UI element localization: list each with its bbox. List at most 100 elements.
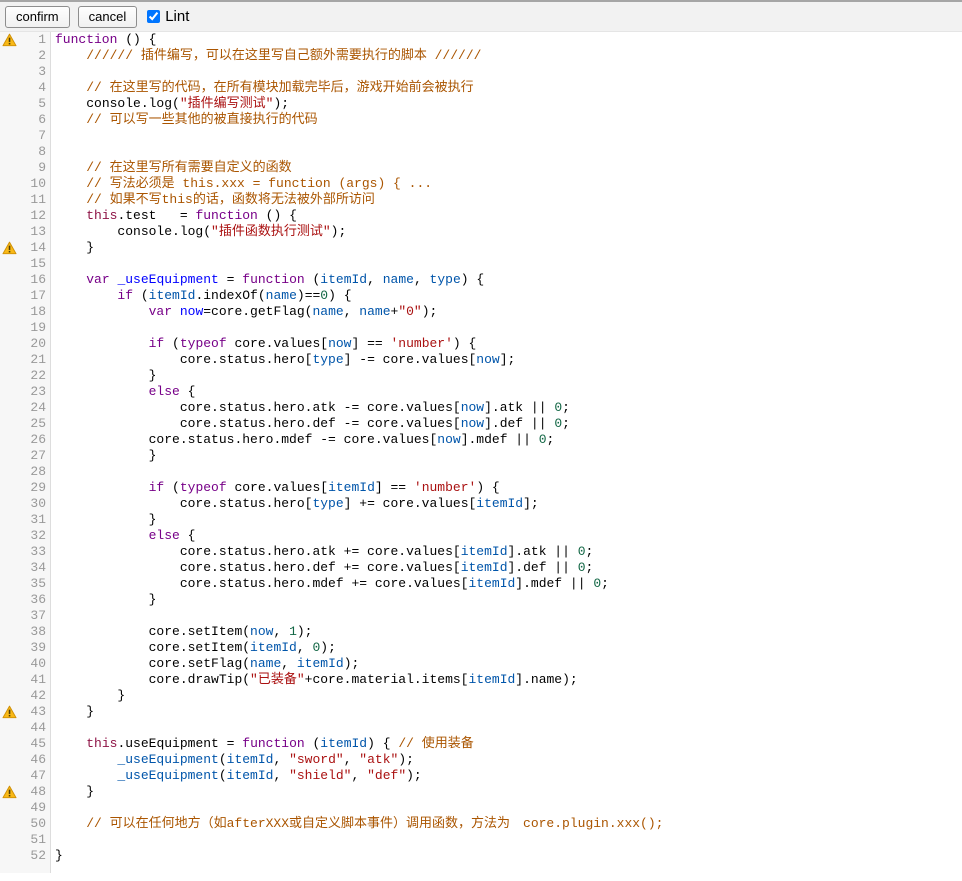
- code-line[interactable]: 22 }: [0, 368, 962, 384]
- cancel-button[interactable]: cancel: [78, 6, 138, 28]
- token-pl: core.status.hero.atk += core.values[: [55, 544, 461, 559]
- token-str: 'number': [414, 480, 476, 495]
- token-pl: ].name);: [515, 672, 577, 687]
- code-line[interactable]: 31 }: [0, 512, 962, 528]
- code-line[interactable]: 35 core.status.hero.mdef += core.values[…: [0, 576, 962, 592]
- gutter-cell: 10: [0, 176, 51, 192]
- confirm-button[interactable]: confirm: [5, 6, 70, 28]
- code-line[interactable]: 10 // 写法必须是 this.xxx = function (args) {…: [0, 176, 962, 192]
- code-text: this.useEquipment = function (itemId) { …: [51, 736, 474, 752]
- code-line[interactable]: 46 _useEquipment(itemId, "sword", "atk")…: [0, 752, 962, 768]
- code-line[interactable]: 32 else {: [0, 528, 962, 544]
- code-line[interactable]: 7: [0, 128, 962, 144]
- code-line[interactable]: 21 core.status.hero[type] -= core.values…: [0, 352, 962, 368]
- code-line[interactable]: 39 core.setItem(itemId, 0);: [0, 640, 962, 656]
- code-line[interactable]: 25 core.status.hero.def -= core.values[n…: [0, 416, 962, 432]
- gutter-cell: 35: [0, 576, 51, 592]
- token-v2: type: [312, 352, 343, 367]
- code-line[interactable]: 51: [0, 832, 962, 848]
- code-line[interactable]: 41 core.drawTip("已装备"+core.material.item…: [0, 672, 962, 688]
- code-line[interactable]: 18 var now=core.getFlag(name, name+"0");: [0, 304, 962, 320]
- code-line[interactable]: 1function () {: [0, 32, 962, 48]
- token-num: 1: [289, 624, 297, 639]
- gutter-cell: 19: [0, 320, 51, 336]
- token-kw: typeof: [180, 336, 227, 351]
- code-editor[interactable]: 1function () {2 ////// 插件编写，可以在这里写自己额外需要…: [0, 32, 962, 881]
- code-line[interactable]: 20 if (typeof core.values[now] == 'numbe…: [0, 336, 962, 352]
- code-line[interactable]: 8: [0, 144, 962, 160]
- gutter-cell: 18: [0, 304, 51, 320]
- code-line[interactable]: 40 core.setFlag(name, itemId);: [0, 656, 962, 672]
- token-pl: );: [398, 752, 414, 767]
- code-line[interactable]: 13 console.log("插件函数执行测试");: [0, 224, 962, 240]
- code-line[interactable]: 4 // 在这里写的代码，在所有模块加载完毕后，游戏开始前会被执行: [0, 80, 962, 96]
- token-pl: [55, 336, 149, 351]
- code-line[interactable]: 17 if (itemId.indexOf(name)==0) {: [0, 288, 962, 304]
- code-line[interactable]: 14 }: [0, 240, 962, 256]
- code-line[interactable]: 19: [0, 320, 962, 336]
- lint-checkbox[interactable]: [147, 10, 160, 23]
- code-line[interactable]: 49: [0, 800, 962, 816]
- code-line[interactable]: 24 core.status.hero.atk -= core.values[n…: [0, 400, 962, 416]
- code-line[interactable]: 3: [0, 64, 962, 80]
- line-number: 17: [17, 288, 51, 304]
- code-line[interactable]: 36 }: [0, 592, 962, 608]
- code-line[interactable]: 50 // 可以在任何地方（如afterXXX或自定义脚本事件）调用函数，方法为…: [0, 816, 962, 832]
- code-line[interactable]: 6 // 可以写一些其他的被直接执行的代码: [0, 112, 962, 128]
- line-number: 12: [17, 208, 51, 224]
- code-line[interactable]: 16 var _useEquipment = function (itemId,…: [0, 272, 962, 288]
- code-line[interactable]: 48 }: [0, 784, 962, 800]
- gutter-cell: 49: [0, 800, 51, 816]
- code-line[interactable]: 15: [0, 256, 962, 272]
- code-line[interactable]: 42 }: [0, 688, 962, 704]
- line-number: 35: [17, 576, 51, 592]
- code-line[interactable]: 52}: [0, 848, 962, 864]
- token-pl: (: [133, 288, 149, 303]
- gutter-cell: 27: [0, 448, 51, 464]
- lint-warning-icon[interactable]: [0, 785, 17, 799]
- code-line[interactable]: 38 core.setItem(now, 1);: [0, 624, 962, 640]
- code-lines: 1function () {2 ////// 插件编写，可以在这里写自己额外需要…: [0, 32, 962, 864]
- token-pl: ];: [523, 496, 539, 511]
- code-line[interactable]: 45 this.useEquipment = function (itemId)…: [0, 736, 962, 752]
- code-line[interactable]: 27 }: [0, 448, 962, 464]
- token-num: 0: [578, 560, 586, 575]
- code-line[interactable]: 2 ////// 插件编写，可以在这里写自己额外需要执行的脚本 //////: [0, 48, 962, 64]
- code-line[interactable]: 11 // 如果不写this的话，函数将无法被外部所访问: [0, 192, 962, 208]
- lint-warning-icon[interactable]: [0, 33, 17, 47]
- code-text: if (itemId.indexOf(name)==0) {: [51, 288, 352, 304]
- code-line[interactable]: 30 core.status.hero[type] += core.values…: [0, 496, 962, 512]
- line-number: 9: [17, 160, 51, 176]
- code-line[interactable]: 9 // 在这里写所有需要自定义的函数: [0, 160, 962, 176]
- lint-warning-icon[interactable]: [0, 241, 17, 255]
- code-line[interactable]: 29 if (typeof core.values[itemId] == 'nu…: [0, 480, 962, 496]
- gutter-cell: 21: [0, 352, 51, 368]
- code-text: [51, 256, 55, 272]
- code-line[interactable]: 34 core.status.hero.def += core.values[i…: [0, 560, 962, 576]
- token-pl: core.setFlag(: [55, 656, 250, 671]
- line-number: 36: [17, 592, 51, 608]
- code-line[interactable]: 23 else {: [0, 384, 962, 400]
- code-text: [51, 320, 55, 336]
- token-pl: ) {: [367, 736, 398, 751]
- lint-toggle[interactable]: Lint: [147, 8, 189, 25]
- token-pl: ];: [500, 352, 516, 367]
- token-pl: }: [55, 704, 94, 719]
- token-kw: function: [195, 208, 257, 223]
- lint-warning-icon[interactable]: [0, 705, 17, 719]
- code-line[interactable]: 26 core.status.hero.mdef -= core.values[…: [0, 432, 962, 448]
- code-line[interactable]: 5 console.log("插件编写测试");: [0, 96, 962, 112]
- code-line[interactable]: 28: [0, 464, 962, 480]
- code-line[interactable]: 44: [0, 720, 962, 736]
- token-str: "0": [398, 304, 421, 319]
- token-pl: );: [331, 224, 347, 239]
- token-pl: .useEquipment =: [117, 736, 242, 751]
- code-line[interactable]: 43 }: [0, 704, 962, 720]
- code-line[interactable]: 37: [0, 608, 962, 624]
- code-line[interactable]: 33 core.status.hero.atk += core.values[i…: [0, 544, 962, 560]
- code-line[interactable]: 47 _useEquipment(itemId, "shield", "def"…: [0, 768, 962, 784]
- gutter-cell: 1: [0, 32, 51, 48]
- token-pl: }: [55, 512, 156, 527]
- code-text: }: [51, 448, 156, 464]
- code-line[interactable]: 12 this.test = function () {: [0, 208, 962, 224]
